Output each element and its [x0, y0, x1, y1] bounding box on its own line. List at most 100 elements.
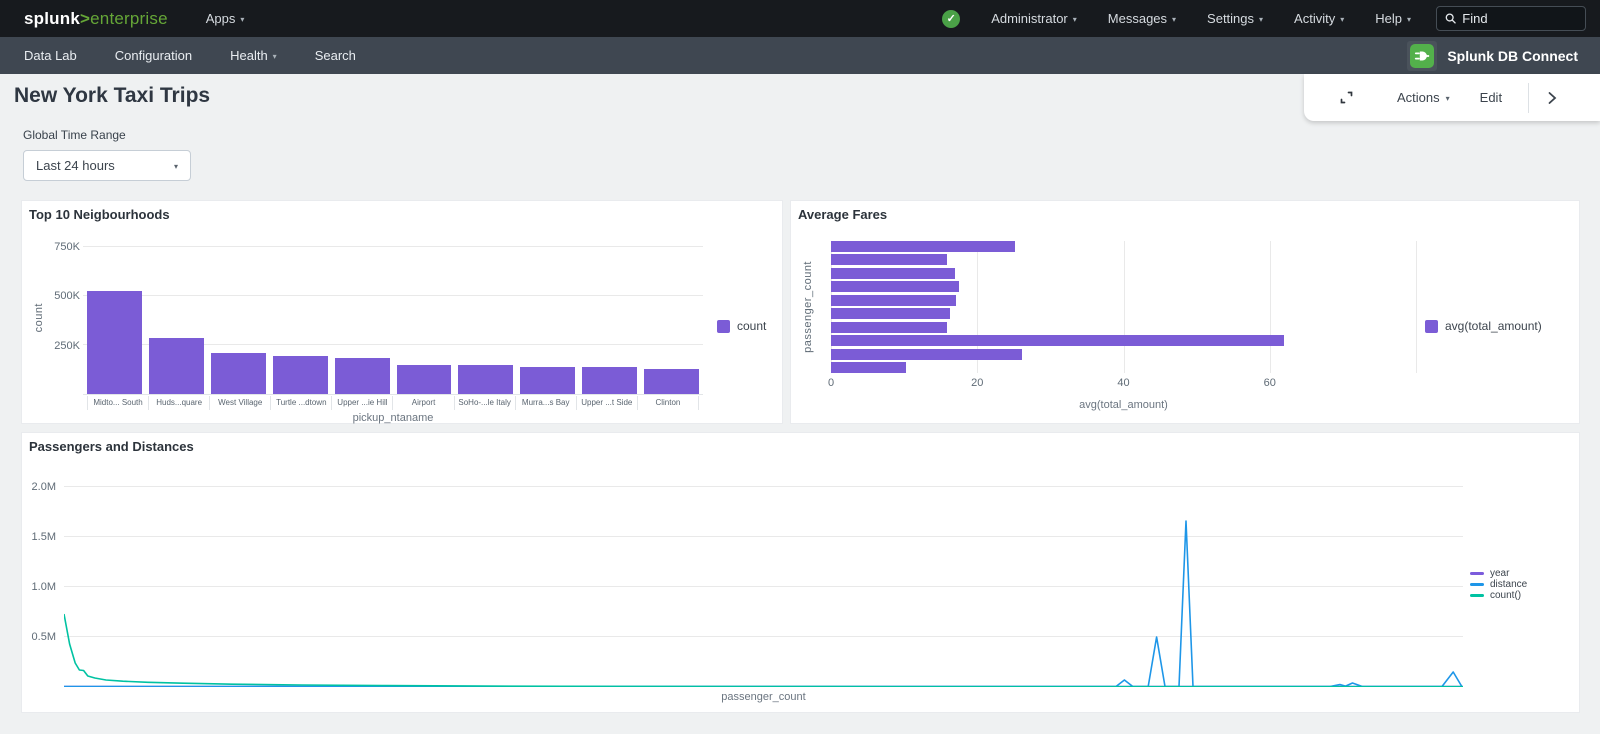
global-time-range: Global Time Range Last 24 hours ▾: [23, 128, 191, 181]
bar[interactable]: [831, 241, 1015, 252]
time-range-select[interactable]: Last 24 hours ▾: [23, 150, 191, 181]
nav-health[interactable]: Health▾: [230, 48, 277, 63]
bar[interactable]: [831, 254, 947, 265]
chart2-xlabel: avg(total_amount): [831, 399, 1416, 411]
legend-label: count(): [1490, 591, 1521, 600]
category-label: West Village: [209, 396, 270, 410]
screen: splunk>enterprise Apps ▾ ✓ Administrator▾…: [0, 0, 1600, 734]
bar[interactable]: [644, 369, 699, 394]
legend-swatch: [1470, 572, 1484, 575]
legend-label: year: [1490, 569, 1509, 578]
logo-splunk-text: splunk: [24, 9, 80, 28]
settings-menu[interactable]: Settings▾: [1207, 11, 1263, 26]
find-input[interactable]: [1462, 11, 1577, 26]
bar[interactable]: [335, 358, 390, 394]
logo-enterprise-text: enterprise: [90, 9, 168, 28]
edit-button[interactable]: Edit: [1470, 84, 1512, 111]
chart1-bars: [87, 241, 699, 394]
series-count(): [64, 614, 1463, 687]
bar[interactable]: [397, 365, 452, 394]
dashboard-content: Actions▾ Edit New York Taxi Trips Global…: [0, 74, 1600, 734]
chevron-down-icon: ▾: [1073, 15, 1077, 24]
bar[interactable]: [831, 322, 947, 333]
gridline: [1416, 241, 1417, 373]
find-search-box[interactable]: [1436, 6, 1586, 31]
fullscreen-icon: [1338, 89, 1355, 106]
y-tick-label: 500K: [54, 290, 80, 302]
category-label: Airport: [392, 396, 453, 410]
series-distance: [64, 521, 1462, 687]
administrator-menu[interactable]: Administrator▾: [991, 11, 1077, 26]
chart1-title: Top 10 Neigbourhoods: [29, 207, 170, 222]
category-label: Turtle ...dtown: [270, 396, 331, 410]
help-menu[interactable]: Help▾: [1375, 11, 1411, 26]
fullscreen-button[interactable]: [1328, 83, 1365, 112]
help-menu-label: Help: [1375, 11, 1402, 26]
bar[interactable]: [211, 353, 266, 394]
nav-configuration[interactable]: Configuration: [115, 48, 192, 63]
dashboard-toolbar: Actions▾ Edit: [1304, 74, 1600, 121]
app-navbar: Data Lab Configuration Health▾ Search Sp…: [0, 37, 1600, 74]
messages-menu[interactable]: Messages▾: [1108, 11, 1176, 26]
nav-search-label: Search: [315, 48, 356, 63]
panel-top10-neighbourhoods: Top 10 Neigbourhoods count 250K500K750K …: [21, 200, 783, 424]
category-label: Huds...quare: [148, 396, 209, 410]
bar[interactable]: [831, 281, 959, 292]
page-title: New York Taxi Trips: [14, 84, 210, 108]
activity-menu[interactable]: Activity ▾: [1294, 11, 1344, 26]
bar[interactable]: [87, 291, 142, 394]
nav-configuration-label: Configuration: [115, 48, 192, 63]
y-tick-label: 250K: [54, 340, 80, 352]
chart2-legend: avg(total_amount): [1425, 319, 1542, 333]
bar[interactable]: [149, 338, 204, 394]
bar[interactable]: [831, 362, 906, 373]
app-name: Splunk DB Connect: [1447, 48, 1578, 64]
y-tick-label: 1.5M: [32, 531, 56, 543]
nav-data-lab-label: Data Lab: [24, 48, 77, 63]
legend-swatch: [1425, 320, 1438, 333]
y-tick-label: 750K: [54, 241, 80, 253]
chart2-title: Average Fares: [798, 207, 887, 222]
splunk-logo[interactable]: splunk>enterprise: [24, 9, 168, 29]
actions-button[interactable]: Actions▾: [1387, 84, 1460, 111]
collapse-panel-button[interactable]: [1537, 84, 1567, 112]
bar[interactable]: [273, 356, 328, 394]
legend-swatch: [717, 320, 730, 333]
legend-item: distance: [1470, 580, 1527, 589]
chart1-categories: Midto... SouthHuds...quareWest VillageTu…: [83, 396, 703, 410]
x-tick-label: 40: [1117, 377, 1129, 389]
chart3-xlabel: passenger_count: [64, 691, 1463, 703]
nav-data-lab[interactable]: Data Lab: [24, 48, 77, 63]
chart2-bars: [831, 241, 1416, 373]
chart1-xlabel: pickup_ntaname: [83, 412, 703, 424]
chart3-legend: year distance count(): [1470, 569, 1527, 600]
app-identity[interactable]: Splunk DB Connect: [1407, 41, 1578, 71]
bar[interactable]: [582, 367, 637, 394]
apps-menu-label: Apps: [206, 11, 236, 26]
nav-search[interactable]: Search: [315, 48, 356, 63]
apps-menu[interactable]: Apps ▾: [206, 11, 245, 26]
x-tick-label: 0: [828, 377, 834, 389]
category-label: Murra...s Bay: [515, 396, 576, 410]
bar[interactable]: [831, 268, 955, 279]
chevron-right-icon: [1547, 90, 1557, 106]
bar[interactable]: [831, 335, 1284, 346]
bar[interactable]: [831, 349, 1022, 360]
chart3-lines: [64, 471, 1463, 687]
health-status-icon[interactable]: ✓: [942, 10, 960, 28]
actions-button-label: Actions: [1397, 90, 1440, 105]
panel-passengers-distances: Passengers and Distances 0.5M1.0M1.5M2.0…: [21, 432, 1580, 713]
chevron-down-icon: ▾: [1340, 15, 1344, 24]
bar[interactable]: [831, 295, 956, 306]
bar[interactable]: [458, 365, 513, 394]
bar[interactable]: [831, 308, 950, 319]
bar[interactable]: [520, 367, 575, 394]
legend-label: distance: [1490, 580, 1527, 589]
chart1-legend: count: [717, 319, 766, 333]
time-range-label: Global Time Range: [23, 128, 191, 142]
chevron-down-icon: ▾: [240, 15, 244, 24]
activity-menu-label: Activity: [1294, 11, 1335, 26]
plug-icon: [1414, 48, 1430, 64]
y-tick-label: 2.0M: [32, 481, 56, 493]
chevron-down-icon: ▾: [1259, 15, 1263, 24]
